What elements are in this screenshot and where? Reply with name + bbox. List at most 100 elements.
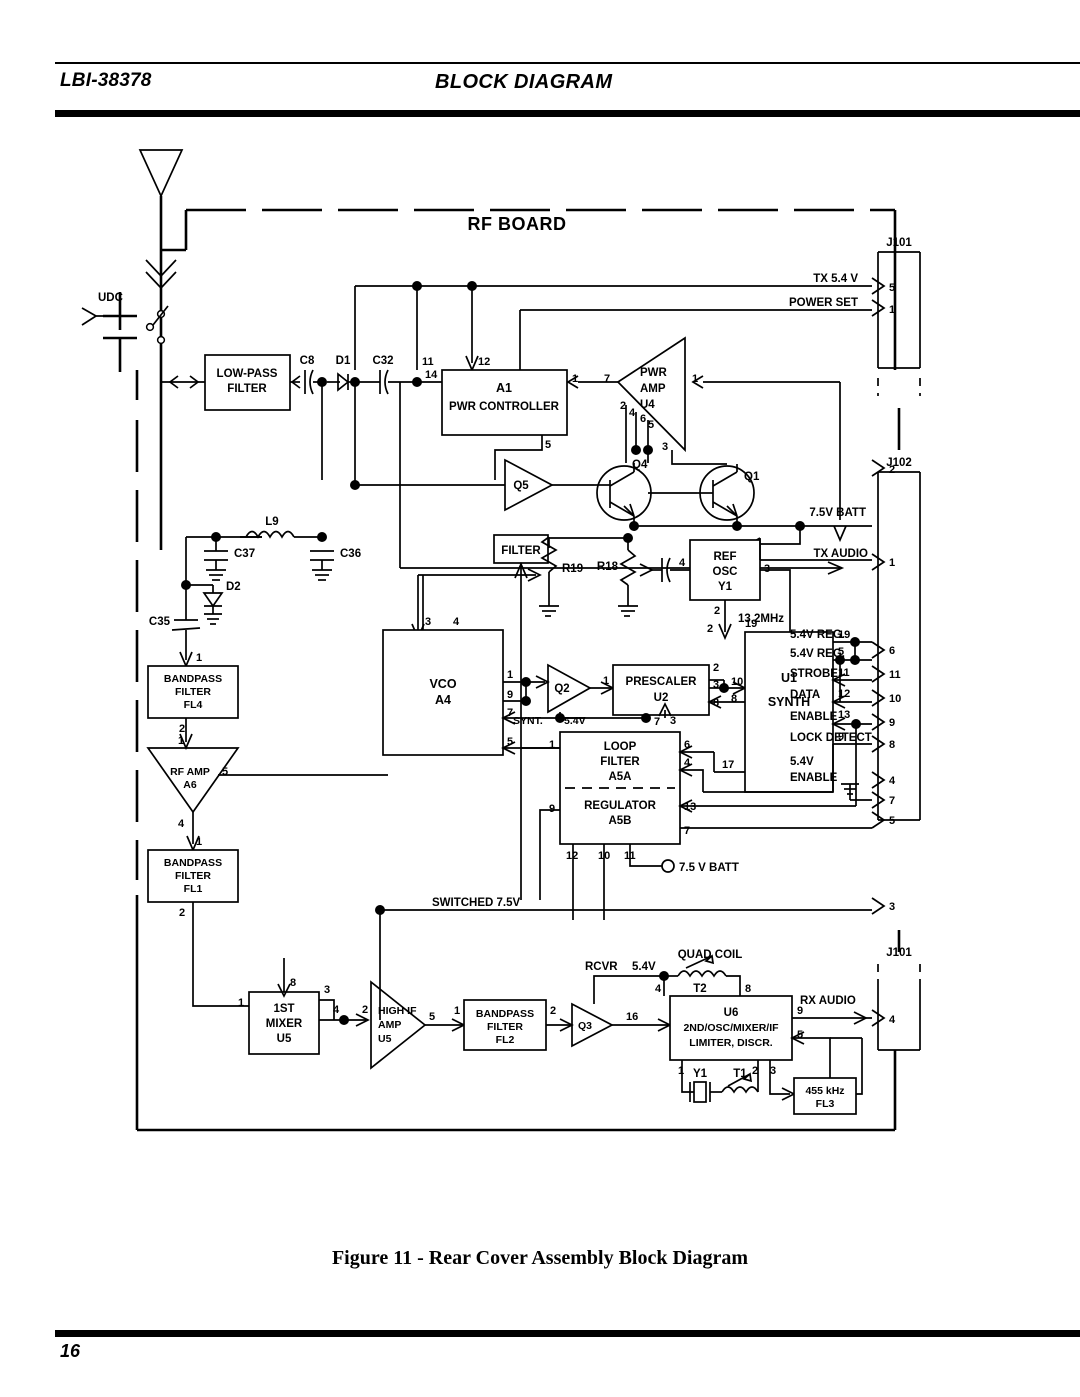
a6-pin-1: 1	[178, 735, 184, 747]
a5b-l1: REGULATOR	[584, 800, 656, 812]
lpf-line2: FILTER	[227, 383, 267, 395]
label-rcvr: RCVR	[585, 961, 618, 973]
a6-l2: A6	[183, 779, 197, 791]
fl4-l1: BANDPASS	[164, 673, 222, 685]
component-c35: C35	[149, 616, 171, 628]
u4-pin-5: 5	[648, 419, 654, 431]
synth-pin-2: 2	[707, 623, 713, 635]
fl1-pin-2: 2	[179, 907, 185, 919]
a5b-pin-9: 9	[549, 803, 555, 815]
j102-pin-10: 10	[889, 693, 901, 705]
header-rule-bottom	[55, 110, 1080, 117]
fl4-pin-2: 2	[179, 723, 185, 735]
fl4-l2: FILTER	[175, 686, 211, 698]
u2-l2: U2	[654, 692, 669, 704]
vco-l2: A4	[435, 693, 451, 707]
xtal-network: Y1 T1	[681, 1060, 796, 1103]
a6-l1: RF AMP	[170, 766, 210, 778]
refosc-l2: OSC	[713, 566, 738, 578]
document-id: LBI-38378	[60, 70, 152, 91]
mixer-pin-8: 8	[290, 977, 296, 989]
component-c32: C32	[372, 355, 393, 367]
signal-tx-audio: TX AUDIO	[813, 548, 868, 560]
a1-pin-12: 12	[478, 356, 490, 368]
filter-small-label: FILTER	[501, 545, 541, 557]
q2-label: Q2	[554, 683, 569, 695]
fl1-l3: FL1	[184, 883, 203, 895]
u2-pin-2: 2	[713, 662, 719, 674]
mixer-l1: 1ST	[273, 1003, 294, 1015]
header-rule-top	[55, 62, 1080, 64]
j102-pin-5: 5	[889, 815, 895, 827]
component-d1: D1	[336, 355, 351, 367]
block-first-mixer: 1ST MIXER U5 1 8 3 4	[238, 958, 370, 1055]
a1-label: A1	[496, 381, 512, 395]
ifamp-l2: AMP	[378, 1019, 401, 1031]
vco-pin-3: 3	[425, 616, 431, 628]
fl2-l3: FL2	[496, 1034, 515, 1046]
u1-pin-17: 17	[722, 759, 734, 771]
signal-power-set: POWER SET	[789, 297, 858, 309]
a5a-l2: FILTER	[600, 756, 640, 768]
j101-pin-1: 1	[889, 304, 895, 316]
a5a-l1: LOOP	[604, 741, 637, 753]
q4-label: Q4	[632, 459, 648, 471]
r19-label: R19	[562, 563, 583, 575]
u6-pin-8: 8	[745, 983, 751, 995]
block-pwr-amp: PWR AMP U4 7 1 2 4 6 5 3	[566, 336, 847, 543]
label-quad-coil: QUAD COIL	[678, 949, 743, 961]
signal-54v-enable-l1: 5.4V	[790, 756, 814, 768]
block-ref-osc: REF OSC Y1 4 3 2 13.2MHz 2	[679, 539, 791, 641]
refosc-pin-3: 3	[764, 563, 770, 575]
j101-pin-5: 5	[889, 282, 895, 294]
udc-label: UDC	[98, 292, 123, 304]
lpf-line1: LOW-PASS	[217, 368, 278, 380]
block-filter-fl3: 455 kHz FL3	[793, 1037, 863, 1115]
block-bandpass-fl2: BANDPASS FILTER FL2 1 2	[454, 999, 574, 1051]
ifamp-pin-5: 5	[429, 1011, 435, 1023]
connector-j102: J102 2	[871, 457, 921, 821]
signal-switched-75v: SWITCHED 7.5V	[432, 897, 521, 909]
r18-label: R18	[597, 561, 619, 573]
block-diagram-figure: UDC RF BOARD J101 5 1 J102 2 J101 4 TX 5…	[0, 120, 1080, 1240]
refosc-pin-4: 4	[679, 557, 686, 569]
component-d2: D2	[226, 581, 241, 593]
a6-pin-5: 5	[222, 766, 228, 778]
j101b-pin-4: 4	[889, 1014, 896, 1026]
quad-coil-network: QUAD COIL T2 4 8	[655, 949, 751, 996]
u1-pin-8: 8	[731, 693, 737, 705]
a5b-pin-12: 12	[566, 850, 578, 862]
rx-input-network: L9 C37 C36 D2 C35	[149, 516, 361, 669]
block-vco: VCO A4 3 4 1 9 7 5	[382, 575, 585, 756]
connector-j101-top-label: J101	[886, 237, 912, 249]
block-rf-amp: RF AMP A6 1 5 4	[146, 735, 388, 853]
component-q3: Q3 16 RCVR 5.4V	[571, 961, 672, 1048]
signal-54v-enable-l2: ENABLE	[790, 772, 838, 784]
j102-pin-8: 8	[889, 739, 895, 751]
signal-reg-54v: 5.4V REG.	[790, 629, 845, 641]
vco-pin-1: 1	[507, 669, 513, 681]
refosc-l1: REF	[714, 551, 737, 563]
a1-name: PWR CONTROLLER	[449, 401, 560, 413]
vco-pin-9: 9	[507, 689, 513, 701]
u6-pin-3: 3	[770, 1065, 776, 1077]
a1-pin-11: 11	[422, 356, 434, 368]
u2-l1: PRESCALER	[626, 676, 698, 688]
a5b-l2: A5B	[608, 815, 631, 827]
fl2-pin-2: 2	[550, 1005, 556, 1017]
u1-pin-10: 10	[731, 676, 743, 688]
figure-caption: Figure 11 - Rear Cover Assembly Block Di…	[331, 1247, 749, 1269]
u4-l2: AMP	[640, 383, 666, 395]
a5a-l3: A5A	[608, 771, 631, 783]
q1-label: Q1	[744, 471, 760, 483]
component-l9: L9	[265, 516, 278, 528]
fl2-l2: FILTER	[487, 1021, 523, 1033]
u4-l3: U4	[640, 399, 655, 411]
component-q1: Q1	[648, 464, 760, 526]
refosc-pin-2: 2	[714, 605, 720, 617]
u4-pin-6: 6	[640, 413, 646, 425]
u6-pin-4: 4	[655, 983, 662, 995]
a6-pin-4: 4	[178, 818, 185, 830]
j102-pin-3: 3	[889, 901, 895, 913]
mixer-l3: U5	[277, 1033, 292, 1045]
